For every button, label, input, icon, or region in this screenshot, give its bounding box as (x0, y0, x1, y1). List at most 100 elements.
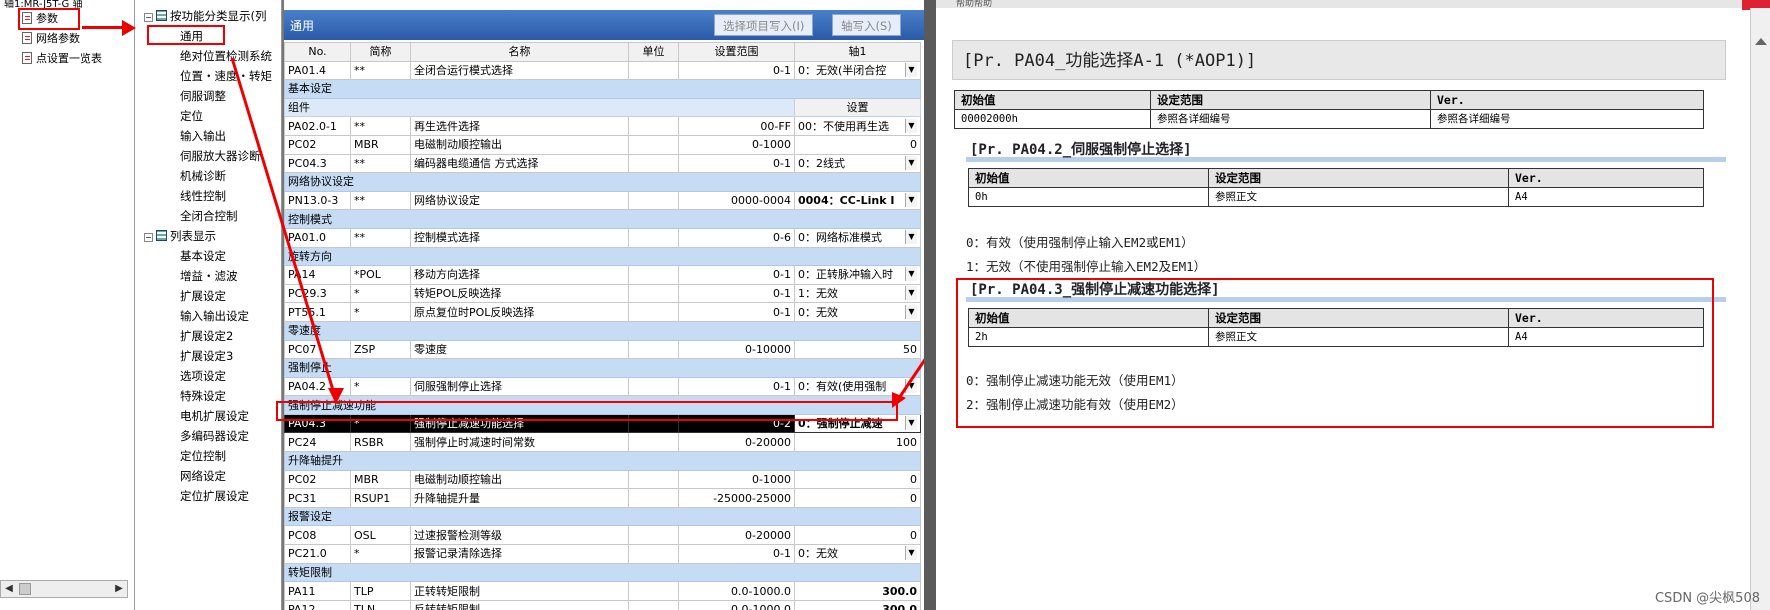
tree-item-list[interactable]: 扩展设定 (180, 286, 226, 306)
group-header-row[interactable]: 控制模式 (284, 209, 921, 229)
scroll-up-icon[interactable] (1755, 38, 1767, 45)
tree-item-function[interactable]: 伺服调整 (180, 86, 226, 106)
param-value-input[interactable]: 300.0 (794, 581, 921, 601)
collapse-icon[interactable]: − (144, 233, 153, 242)
param-value-select[interactable]: ▼ 00：不使用再生选 (794, 116, 921, 136)
scroll-left-icon[interactable]: ◀ (1, 581, 17, 597)
tree-item-function[interactable]: 绝对位置检测系统 (180, 46, 272, 66)
tree-item-function[interactable]: 线性控制 (180, 186, 226, 206)
group-header-row[interactable]: 报警设定 (284, 506, 921, 527)
group-header-row[interactable]: 转矩限制 (284, 562, 921, 583)
param-value-select[interactable]: ▼ 0：正转脉冲输入时 (794, 265, 921, 285)
parameter-row[interactable]: PC31 RSUP1 升降轴提升量 -25000-25000 0 (284, 488, 921, 508)
tree-item-list[interactable]: 定位扩展设定 (180, 486, 249, 506)
parameter-row[interactable]: PC21.0 * 报警记录清除选择 0-1 ▼ 0：无效 (284, 544, 921, 564)
group-header-row[interactable]: 强制停止 (284, 358, 921, 378)
dropdown-arrow-icon[interactable]: ▼ (905, 230, 917, 245)
param-value-input[interactable]: 100 (794, 432, 921, 453)
tree-item-list[interactable]: 网络设定 (180, 466, 226, 486)
tree-root-list[interactable]: − 列表显示 (144, 226, 216, 246)
collapse-icon[interactable]: − (144, 13, 153, 22)
param-value-select[interactable]: ▼ 0：无效(半闭合控 (794, 60, 921, 81)
param-value-input[interactable]: 0 (794, 469, 921, 490)
tree-item-function[interactable]: 输入输出 (180, 126, 226, 146)
tree-item-function[interactable]: 位置・速度・转矩 (180, 66, 272, 86)
tree-item-list[interactable]: 扩展设定2 (180, 326, 233, 346)
tree-item-list[interactable]: 输入输出设定 (180, 306, 249, 326)
tree-item-list[interactable]: 增益・滤波 (180, 266, 238, 286)
group-header-row[interactable]: 基本设定 (284, 79, 921, 99)
write-axis-button[interactable]: 轴写入(S) (832, 14, 901, 36)
parameter-row[interactable]: PA14 *POL 移动方向选择 0-1 ▼ 0：正转脉冲输入时 (284, 265, 921, 285)
parameter-row[interactable]: PC29.3 * 转矩POL反映选择 0-1 ▼ 1：无效 (284, 283, 921, 304)
tree-item-network-params[interactable]: 网络参数 (22, 30, 80, 48)
dropdown-arrow-icon[interactable]: ▼ (905, 118, 917, 133)
tree-item-list[interactable]: 定位控制 (180, 446, 226, 466)
horizontal-scrollbar[interactable]: ◀ ▶ (0, 580, 128, 598)
param-value-select[interactable]: ▼ 0：有效(使用强制 (794, 376, 921, 397)
parameter-row[interactable]: PA04.2 * 伺服强制停止选择 0-1 ▼ 0：有效(使用强制 (284, 376, 921, 397)
parameter-row[interactable]: PC02 MBR 电磁制动顺控输出 0-1000 0 (284, 134, 921, 155)
dropdown-arrow-icon[interactable]: ▼ (905, 267, 917, 282)
col-header-range[interactable]: 设置范围 (678, 42, 795, 62)
group-header-row[interactable]: 升降轴提升 (284, 451, 921, 471)
param-value-select[interactable]: ▼ 0：2线式 (794, 153, 921, 174)
tree-item-function[interactable]: 全闭合控制 (180, 206, 238, 226)
parameter-row[interactable]: PA02.0-1 ** 再生选件选择 00-FF ▼ 00：不使用再生选 (284, 116, 921, 136)
parameter-row[interactable]: PC08 OSL 过速报警检测等级 0-20000 0 (284, 525, 921, 546)
tree-item-list[interactable]: 基本设定 (180, 246, 226, 266)
param-value-select[interactable]: ▼ 1：无效 (794, 283, 921, 304)
tree-root-function[interactable]: − 按功能分类显示(列 (144, 6, 267, 26)
parameter-row[interactable]: PT55.1 * 原点复位时POL反映选择 0-1 ▼ 0：无效 (284, 302, 921, 322)
tree-item-function[interactable]: 机械诊断 (180, 166, 226, 186)
parameter-row[interactable]: PN13.0-3 ** 网络协议设定 0000-0004 ▼ 0004：CC-Link I (284, 190, 921, 211)
dropdown-arrow-icon[interactable]: ▼ (905, 193, 917, 208)
param-value-input[interactable]: 0 (794, 134, 921, 155)
col-header-abbr[interactable]: 简称 (350, 42, 411, 62)
scroll-right-icon[interactable]: ▶ (111, 581, 127, 597)
parameter-row[interactable]: PC04.3 ** 编码器电缆通信 方式选择 0-1 ▼ 0：2线式 (284, 153, 921, 174)
dropdown-arrow-icon[interactable]: ▼ (905, 304, 917, 319)
tree-item-list[interactable]: 多编码器设定 (180, 426, 249, 446)
col-header-unit[interactable]: 单位 (628, 42, 679, 62)
tree-item-function[interactable]: 伺服放大器诊断 (180, 146, 261, 166)
group-header-row[interactable]: 旋转方向 (284, 246, 921, 267)
group-header-row[interactable]: 网络协议设定 (284, 172, 921, 192)
param-value-input[interactable]: 0 (794, 488, 921, 508)
param-value-input[interactable]: 300.0 (794, 599, 921, 610)
group-header-row[interactable]: 零速度 (284, 320, 921, 341)
parameter-row[interactable]: PC24 RSBR 强制停止时减速时间常数 0-20000 100 (284, 432, 921, 453)
parameter-row[interactable]: PA01.0 ** 控制模式选择 0-6 ▼ 0：网络标准模式 (284, 227, 921, 248)
dropdown-arrow-icon[interactable]: ▼ (905, 378, 917, 393)
tree-item-list[interactable]: 选项设定 (180, 366, 226, 386)
help-vertical-scrollbar[interactable] (1750, 8, 1770, 610)
parameter-row[interactable]: PA11 TLP 正转转矩限制 0.0-1000.0 300.0 (284, 581, 921, 601)
param-value-select[interactable]: ▼ 0：无效 (794, 302, 921, 322)
col-header-name[interactable]: 名称 (410, 42, 629, 62)
write-selected-button[interactable]: 选择项目写入(I) (714, 14, 814, 36)
param-value-select[interactable]: ▼ 0：无效 (794, 544, 921, 564)
dropdown-arrow-icon[interactable]: ▼ (905, 155, 917, 170)
parameter-row[interactable]: PA12 TLN 反转转矩限制 0.0-1000.0 300.0 (284, 599, 921, 610)
subgroup-header-row[interactable]: 组件 设置 (284, 97, 921, 118)
col-header-no[interactable]: No. (284, 42, 351, 62)
param-value-text: 0：无效 (798, 305, 838, 319)
param-value-select[interactable]: ▼ 0：网络标准模式 (794, 227, 921, 248)
parameter-row[interactable]: PC07 ZSP 零速度 0-10000 50 (284, 339, 921, 360)
param-value-input[interactable]: 0 (794, 525, 921, 546)
tree-item-list[interactable]: 电机扩展设定 (180, 406, 249, 426)
dropdown-arrow-icon[interactable]: ▼ (905, 286, 917, 301)
tree-item-list[interactable]: 扩展设定3 (180, 346, 233, 366)
dropdown-arrow-icon[interactable]: ▼ (905, 546, 917, 561)
tree-item-list[interactable]: 特殊设定 (180, 386, 226, 406)
parameter-row[interactable]: PC02 MBR 电磁制动顺控输出 0-1000 0 (284, 469, 921, 490)
dropdown-arrow-icon[interactable]: ▼ (905, 416, 917, 431)
param-value-select[interactable]: ▼ 0004：CC-Link I (794, 190, 921, 211)
tree-item-point-table[interactable]: 点设置一览表 (22, 50, 102, 68)
col-header-axis1[interactable]: 轴1 (794, 42, 921, 62)
parameter-row[interactable]: PA01.4 ** 全闭合运行模式选择 0-1 ▼ 0：无效(半闭合控 (284, 60, 921, 81)
tree-item-function[interactable]: 定位 (180, 106, 203, 126)
param-value-input[interactable]: 50 (794, 339, 921, 360)
dropdown-arrow-icon[interactable]: ▼ (905, 62, 917, 77)
scroll-thumb[interactable] (19, 583, 31, 595)
